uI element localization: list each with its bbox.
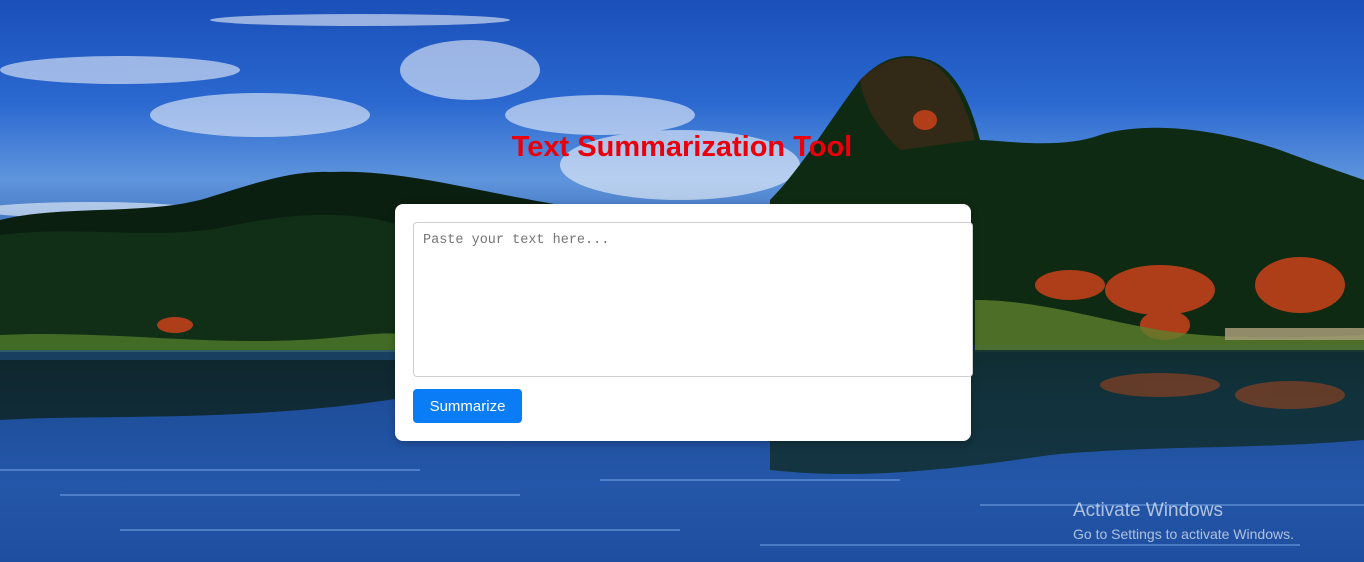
watermark-title: Activate Windows bbox=[1073, 500, 1223, 521]
summarize-button[interactable]: Summarize bbox=[413, 389, 522, 423]
summarizer-card: Summarize bbox=[395, 204, 973, 441]
watermark-subtitle: Go to Settings to activate Windows. bbox=[1073, 526, 1294, 542]
page-title: Text Summarization Tool bbox=[511, 131, 853, 163]
background-landscape: Text Summarization Tool Summarize Activa… bbox=[0, 0, 1364, 562]
activation-watermark: Activate Windows Go to Settings to activ… bbox=[1073, 500, 1294, 544]
text-input[interactable] bbox=[413, 222, 973, 377]
